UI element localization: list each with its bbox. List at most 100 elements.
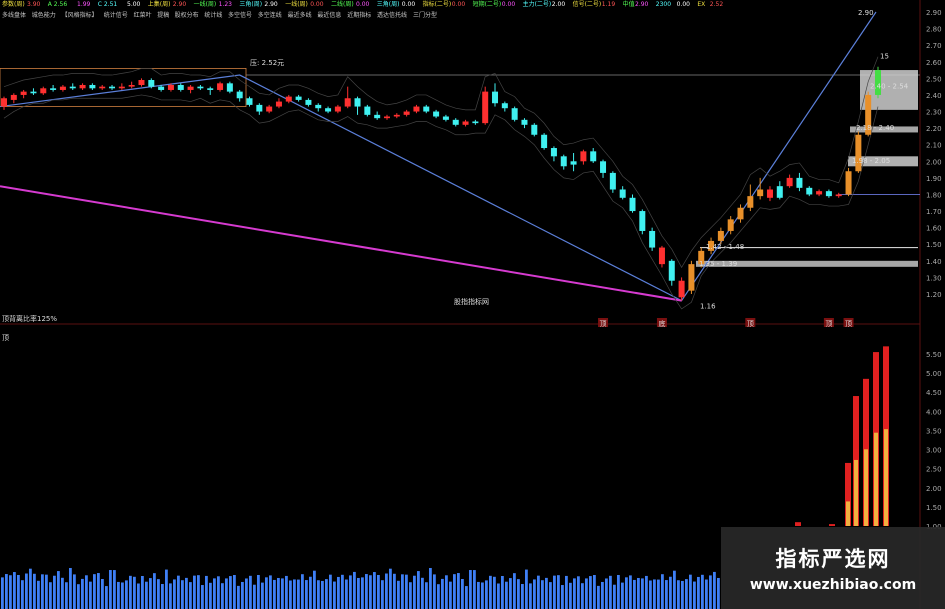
indicator-bar [795,522,801,526]
volume-bar [9,575,12,609]
volume-bar [609,575,612,609]
volume-bar [501,576,504,609]
volume-bar [173,579,176,609]
header-field: 信号(二号) [573,0,602,8]
candle-body [452,119,459,125]
y-tick-label: 1.90 [926,175,942,183]
volume-bar [541,580,544,609]
volume-bar [109,570,112,609]
header-field: 3.90 [27,1,41,8]
indicator-axis: 5.505.004.504.003.503.002.502.001.501.00 [926,351,942,531]
volume-bar [85,575,88,609]
candle-body [1,98,7,107]
trend-line [0,11,877,302]
volume-bar [97,573,100,609]
volume-bar [601,581,604,609]
volume-bar [229,576,232,609]
candle-body [609,172,616,190]
sub-panel-label: 顶 [2,334,9,342]
volume-bar [449,581,452,609]
volume-bar [709,575,712,609]
y-tick-label: 1.80 [926,191,942,199]
candle-body [835,194,842,197]
volume-bar [237,585,240,609]
candle-body [442,116,449,120]
header-field: 指标(二号) [423,0,452,8]
volume-bar [701,574,704,609]
candle-body [364,106,371,115]
volume-bar [585,578,588,609]
volume-bar [1,577,4,609]
candle-body [619,189,626,198]
volume-bar [217,576,220,609]
volume-bar [261,582,264,609]
volume-bar [89,581,92,609]
volume-bar [517,579,520,609]
volume-bar [37,580,40,609]
volume-bar [553,575,556,609]
volume-bar [713,571,716,609]
volume-bar [617,574,620,609]
volume-bar [277,577,280,609]
volume-bar [289,580,292,609]
volume-bar [129,575,132,609]
volume-bar [361,577,364,609]
pct-label: 15 [880,52,889,60]
volume-bar [641,578,644,609]
y-tick-label: 1.40 [926,258,942,266]
indicator-bars [795,346,889,526]
volume-bar [397,580,400,609]
volume-bar [193,575,196,609]
volume-bar [325,579,328,609]
volume-bar [349,575,352,609]
candle-body [69,86,76,89]
header-field: 二线(周) [331,0,354,8]
volume-bar [301,574,304,609]
volume-bar [117,581,120,609]
candle-body [825,191,832,197]
volume-bar [29,568,32,609]
volume-bar [393,573,396,609]
volume-bar [613,584,616,609]
candle-body [158,86,165,90]
volume-bar [653,579,656,609]
header-field: 1.23 [219,1,233,8]
header-field: 中值 [623,0,635,8]
annotations: 压: 2.52元 2.90 15 2.40 - 2.54 2.18 - 2.40 1.98… [2,9,909,342]
candle-body [246,98,253,105]
candle-body [217,83,224,90]
candle-body [109,86,116,89]
candle-body [531,124,538,135]
volume-bar [401,574,404,609]
volume-bar [465,586,468,609]
header-field: 主力(二号) [523,0,552,8]
volume-bar [21,580,24,609]
candle-body [374,114,381,119]
candle-body [511,108,518,120]
volume-bar [65,582,68,609]
volume-bar [93,574,96,609]
sub-tick-label: 5.00 [926,370,942,378]
center-text: 股指指标网 [454,297,489,306]
candle-body [393,114,400,117]
volume-bar [605,578,608,609]
indicator-bar [829,524,835,526]
volume-bar [445,575,448,609]
volume-bar [697,576,700,609]
candle-body [600,161,607,173]
volume-bar [417,571,420,609]
candle-body [226,83,233,92]
candle-body [482,91,489,124]
candle-body [521,119,528,125]
volume-bar [529,583,532,609]
volume-bar [125,580,128,609]
volume-bar [153,573,156,609]
volume-bar [481,582,484,609]
volume-bar [645,575,648,609]
candle-body [315,104,322,109]
header-field: 2.90 [264,1,278,8]
header-field: 上集(周) [148,0,171,8]
candle-body [89,84,96,89]
volume-bar [53,575,56,609]
candle-body [688,264,695,291]
